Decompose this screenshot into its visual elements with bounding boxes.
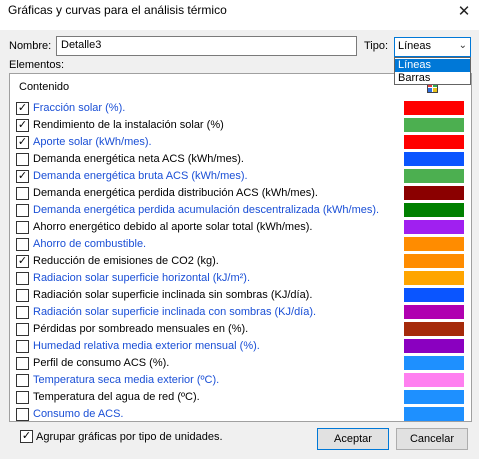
list-item[interactable]: Demanda energética neta ACS (kWh/mes). (10, 151, 471, 168)
item-checkbox[interactable] (16, 408, 29, 421)
list-item[interactable]: Demanda energética perdida acumulación d… (10, 202, 471, 219)
column-header-contenido: Contenido (19, 81, 70, 93)
list-item[interactable]: Temperatura del agua de red (ºC). (10, 389, 471, 406)
color-swatch[interactable] (404, 271, 464, 285)
tipo-option-lineas[interactable]: Líneas (395, 59, 470, 72)
name-label: Nombre: (9, 40, 52, 52)
list-item[interactable]: Radiación solar superficie inclinada sin… (10, 287, 471, 304)
color-swatch[interactable] (404, 237, 464, 251)
item-checkbox[interactable] (16, 391, 29, 404)
list-item[interactable]: Demanda energética perdida distribución … (10, 185, 471, 202)
item-checkbox[interactable] (16, 357, 29, 370)
color-swatch[interactable] (404, 322, 464, 336)
item-label: Temperatura seca media exterior (ºC). (33, 374, 220, 386)
item-checkbox[interactable] (16, 238, 29, 251)
list-item[interactable]: ✓ Rendimiento de la instalación solar (%) (10, 117, 471, 134)
color-swatch[interactable] (404, 169, 464, 183)
elements-list[interactable]: Contenido ✓ Fracción solar (%). ✓ Rendimien… (9, 73, 472, 422)
item-checkbox[interactable] (16, 221, 29, 234)
color-swatch[interactable] (404, 288, 464, 302)
color-swatch[interactable] (404, 220, 464, 234)
item-label: Perfil de consumo ACS (%). (33, 357, 170, 369)
color-swatch[interactable] (404, 356, 464, 370)
item-checkbox[interactable] (16, 204, 29, 217)
item-checkbox[interactable] (16, 272, 29, 285)
list-item[interactable]: ✓ Demanda energética bruta ACS (kWh/mes). (10, 168, 471, 185)
group-by-units-label: Agrupar gráficas por tipo de unidades. (36, 431, 223, 443)
list-item[interactable]: ✓ Reducción de emisiones de CO2 (kg). (10, 253, 471, 270)
list-item[interactable]: Radiación solar superficie inclinada con… (10, 304, 471, 321)
group-by-units-checkbox[interactable]: ✓ (20, 430, 33, 443)
color-swatch[interactable] (404, 152, 464, 166)
tipo-dropdown-list[interactable]: Líneas Barras (394, 57, 471, 85)
color-swatch[interactable] (404, 101, 464, 115)
tipo-label: Tipo: (364, 40, 389, 52)
close-icon[interactable]: ✕ (449, 0, 479, 24)
item-label: Radiación solar superficie inclinada sin… (33, 289, 313, 301)
item-checkbox[interactable]: ✓ (16, 255, 29, 268)
elements-label: Elementos: (9, 59, 65, 71)
item-label: Fracción solar (%). (33, 102, 126, 114)
item-label: Ahorro energético debido al aporte solar… (33, 221, 313, 233)
item-checkbox[interactable]: ✓ (16, 102, 29, 115)
color-swatch[interactable] (404, 135, 464, 149)
color-swatch[interactable] (404, 186, 464, 200)
item-label: Aporte solar (kWh/mes). (33, 136, 152, 148)
item-checkbox[interactable] (16, 187, 29, 200)
tipo-selected-value: Líneas (398, 40, 432, 52)
window-title: Gráficas y curvas para el análisis térmi… (8, 3, 227, 17)
list-item[interactable]: Pérdidas por sombreado mensuales en (%). (10, 321, 471, 338)
cancel-button[interactable]: Cancelar (396, 428, 468, 450)
item-label: Demanda energética perdida acumulación d… (33, 204, 380, 216)
list-item[interactable]: Consumo de ACS. (10, 406, 471, 423)
tipo-option-barras[interactable]: Barras (395, 72, 470, 85)
item-checkbox[interactable]: ✓ (16, 170, 29, 183)
item-checkbox[interactable]: ✓ (16, 136, 29, 149)
color-swatch[interactable] (404, 118, 464, 132)
color-swatch[interactable] (404, 390, 464, 404)
title-bar: Gráficas y curvas para el análisis térmi… (0, 0, 479, 30)
list-item[interactable]: ✓ Fracción solar (%). (10, 100, 471, 117)
item-label: Pérdidas por sombreado mensuales en (%). (33, 323, 249, 335)
list-item[interactable]: Radiacion solar superficie horizontal (k… (10, 270, 471, 287)
item-checkbox[interactable] (16, 340, 29, 353)
accept-button[interactable]: Aceptar (317, 428, 389, 450)
tipo-select[interactable]: Líneas ⌄ (394, 37, 471, 57)
list-item[interactable]: Ahorro de combustible. (10, 236, 471, 253)
list-item[interactable]: ✓ Aporte solar (kWh/mes). (10, 134, 471, 151)
color-swatch[interactable] (404, 305, 464, 319)
item-checkbox[interactable] (16, 306, 29, 319)
item-label: Humedad relativa media exterior mensual … (33, 340, 260, 352)
list-item[interactable]: Temperatura seca media exterior (ºC). (10, 372, 471, 389)
item-label: Ahorro de combustible. (33, 238, 147, 250)
item-label: Demanda energética perdida distribución … (33, 187, 318, 199)
item-checkbox[interactable] (16, 289, 29, 302)
item-label: Temperatura del agua de red (ºC). (33, 391, 200, 403)
item-label: Radiacion solar superficie horizontal (k… (33, 272, 251, 284)
item-label: Rendimiento de la instalación solar (%) (33, 119, 224, 131)
item-label: Demanda energética bruta ACS (kWh/mes). (33, 170, 248, 182)
color-swatch[interactable] (404, 339, 464, 353)
color-swatch[interactable] (404, 254, 464, 268)
color-swatch[interactable] (404, 203, 464, 217)
item-label: Reducción de emisiones de CO2 (kg). (33, 255, 219, 267)
list-item[interactable]: Ahorro energético debido al aporte solar… (10, 219, 471, 236)
color-swatch[interactable] (404, 373, 464, 387)
item-label: Consumo de ACS. (33, 408, 124, 420)
item-checkbox[interactable] (16, 323, 29, 336)
chevron-down-icon: ⌄ (458, 40, 467, 51)
name-input[interactable]: Detalle3 (56, 36, 357, 56)
item-label: Radiación solar superficie inclinada con… (33, 306, 317, 318)
list-item[interactable]: Perfil de consumo ACS (%). (10, 355, 471, 372)
item-checkbox[interactable] (16, 153, 29, 166)
color-swatch[interactable] (404, 407, 464, 421)
item-checkbox[interactable] (16, 374, 29, 387)
list-item[interactable]: Humedad relativa media exterior mensual … (10, 338, 471, 355)
item-checkbox[interactable]: ✓ (16, 119, 29, 132)
item-label: Demanda energética neta ACS (kWh/mes). (33, 153, 244, 165)
